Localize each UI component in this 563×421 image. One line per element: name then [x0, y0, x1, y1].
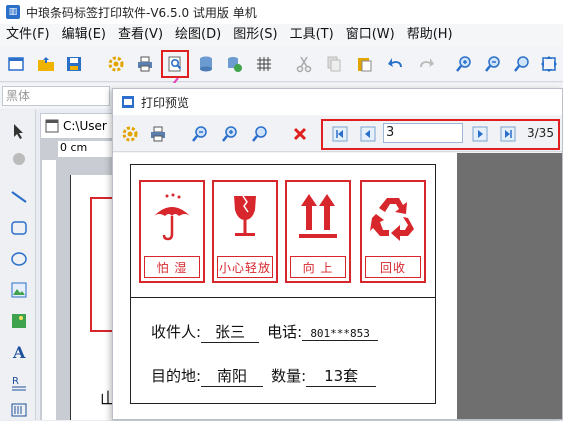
quantity-label: 数量:: [271, 367, 307, 385]
preview-toolbar: 3 3/35: [113, 116, 562, 152]
menu-bar: 文件(F) 编辑(E) 查看(V) 绘图(D) 图形(S) 工具(T) 窗口(W…: [0, 24, 563, 46]
preview-window-icon: [122, 96, 134, 108]
menu-draw[interactable]: 绘图(D): [169, 24, 227, 46]
menu-view[interactable]: 查看(V): [112, 24, 169, 46]
document-icon: [45, 119, 59, 133]
destination-value: 南阳: [201, 365, 264, 387]
symbol-caption-keep-dry: 怕 湿: [144, 256, 200, 278]
pan-move-icon[interactable]: [537, 52, 561, 76]
rich-text-tool-icon[interactable]: R: [8, 372, 30, 394]
open-folder-icon[interactable]: [34, 52, 58, 76]
preview-title: 打印预览: [141, 95, 190, 110]
preview-close-x-icon[interactable]: [289, 123, 311, 145]
left-toolbox: A R: [0, 110, 36, 420]
undo-icon[interactable]: [384, 52, 408, 76]
font-select[interactable]: 黑体: [2, 86, 110, 106]
svg-text:A: A: [12, 343, 26, 361]
menu-tools[interactable]: 工具(T): [284, 24, 340, 46]
preview-zoom-out-icon[interactable]: [189, 123, 211, 145]
page-count: 3/35: [527, 126, 554, 140]
print-icon[interactable]: [133, 52, 157, 76]
cut-icon[interactable]: [292, 52, 316, 76]
last-page-icon[interactable]: [497, 123, 519, 145]
menu-shape[interactable]: 图形(S): [227, 24, 283, 46]
preview-settings-gear-icon[interactable]: [119, 123, 141, 145]
svg-text:R: R: [12, 376, 19, 387]
document-tab[interactable]: C:\User: [40, 113, 116, 139]
symbol-caption-recycle: 回收: [365, 256, 421, 278]
horizontal-ruler: 0 cm: [58, 141, 120, 157]
app-icon: ▥: [6, 5, 20, 19]
grid-icon[interactable]: [252, 52, 276, 76]
symbol-fragile: 小心轻放: [212, 180, 278, 283]
menu-window[interactable]: 窗口(W): [340, 24, 401, 46]
recycle-icon: [362, 182, 424, 252]
preview-zoom-in-icon[interactable]: [219, 123, 241, 145]
image-tool-icon[interactable]: [8, 279, 30, 301]
preview-title-bar: 打印预览: [113, 89, 562, 115]
next-page-icon[interactable]: [469, 123, 491, 145]
rectangle-tool-icon[interactable]: [8, 217, 30, 239]
phone-label: 电话:: [267, 323, 303, 341]
symbol-caption-fragile: 小心轻放: [217, 256, 273, 278]
phone-value: 801***853: [302, 327, 379, 341]
destination-row: 目的地: 南阳 数量: 13套: [151, 365, 377, 387]
title-bar: ▥ 中琅条码标签打印软件-V6.5.0 试用版 单机: [0, 0, 563, 24]
paste-icon[interactable]: [352, 52, 376, 76]
ellipse-tool-icon[interactable]: [8, 248, 30, 270]
zoom-in-icon[interactable]: [452, 52, 476, 76]
copy-icon[interactable]: [322, 52, 346, 76]
new-file-icon[interactable]: [4, 52, 28, 76]
preview-margin: [457, 153, 562, 419]
print-preview-button[interactable]: [161, 50, 189, 78]
barcode-tool-icon[interactable]: [8, 399, 30, 421]
ruler-unit-label: 0 cm: [60, 141, 88, 154]
text-tool-icon[interactable]: A: [8, 341, 30, 363]
recipient-value: 张三: [201, 321, 260, 343]
first-page-icon[interactable]: [329, 123, 351, 145]
menu-file[interactable]: 文件(F): [0, 24, 56, 46]
label-divider: [131, 297, 435, 298]
page-number-input[interactable]: 3: [383, 123, 463, 143]
redo-icon[interactable]: [414, 52, 438, 76]
recipient-row: 收件人: 张三 电话: 801***853: [151, 321, 379, 343]
menu-edit[interactable]: 编辑(E): [56, 24, 112, 46]
umbrella-icon: [141, 182, 203, 252]
settings-gear-icon[interactable]: [104, 52, 128, 76]
rotate-icon[interactable]: [8, 148, 30, 170]
up-arrows-icon: [287, 182, 349, 252]
save-icon[interactable]: [62, 52, 86, 76]
quantity-value: 13套: [306, 365, 377, 387]
destination-label: 目的地:: [151, 367, 202, 385]
window-title: 中琅条码标签打印软件-V6.5.0 试用版 单机: [26, 5, 257, 20]
picture-tool-icon[interactable]: [8, 310, 30, 332]
wine-glass-icon: [214, 182, 276, 252]
preview-print-icon[interactable]: [147, 123, 169, 145]
symbol-caption-this-way-up: 向 上: [290, 256, 346, 278]
label-page: 怕 湿 小心轻放 向 上 回收 收件人: 张三 电话: 801***853 目的…: [130, 164, 436, 404]
previous-page-icon[interactable]: [357, 123, 379, 145]
print-preview-window: 打印预览 3 3/35 怕 湿 小心轻放 向 上 回收 收件人: 张三 电话: …: [112, 88, 563, 420]
database-settings-icon[interactable]: [222, 52, 246, 76]
symbol-keep-dry: 怕 湿: [139, 180, 205, 283]
symbol-this-way-up: 向 上: [285, 180, 351, 283]
line-tool-icon[interactable]: [8, 186, 30, 208]
symbol-recycle: 回收: [360, 180, 426, 283]
vertical-ruler: [42, 160, 56, 420]
menu-help[interactable]: 帮助(H): [401, 24, 459, 46]
select-arrow-icon[interactable]: [8, 120, 30, 142]
document-tab-label: C:\User: [63, 119, 107, 133]
main-toolbar: [0, 46, 563, 82]
preview-zoom-fit-icon[interactable]: [249, 123, 271, 145]
zoom-fit-icon[interactable]: [510, 52, 534, 76]
database-icon[interactable]: [194, 52, 218, 76]
recipient-label: 收件人:: [151, 323, 202, 341]
zoom-out-icon[interactable]: [481, 52, 505, 76]
